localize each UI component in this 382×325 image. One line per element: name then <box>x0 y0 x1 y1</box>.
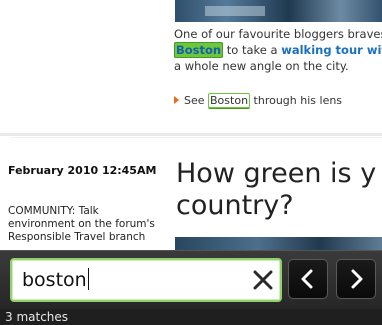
blurb-line-2-text: to take a <box>223 43 282 57</box>
next-match-button[interactable] <box>336 259 376 299</box>
see-suffix: through his lens <box>250 94 343 107</box>
blurb-line-2: Boston to take a walking tour with <box>174 42 382 58</box>
see-link-line[interactable]: See Boston through his lens <box>174 93 343 108</box>
article-date: February 2010 12:45AM <box>8 164 157 177</box>
search-highlight: Boston <box>208 93 251 108</box>
walking-tour-link[interactable]: walking tour with <box>281 43 382 57</box>
headline-line-1: How green is y <box>176 158 377 189</box>
chevron-left-icon <box>301 269 313 289</box>
find-in-page-bar: boston <box>0 250 382 310</box>
chevron-right-icon <box>351 269 363 289</box>
community-line-3: Responsible Travel branch <box>8 231 146 243</box>
see-prefix: See <box>184 94 209 107</box>
article-image-top[interactable] <box>175 0 382 22</box>
section-divider <box>0 133 382 136</box>
find-input-text[interactable]: boston <box>22 268 90 291</box>
find-query: boston <box>22 269 87 291</box>
community-line-2: environment on the forum's <box>8 218 155 230</box>
article-image-bottom[interactable] <box>175 237 382 250</box>
web-page-content: One of our favourite bloggers braves Bos… <box>0 0 382 250</box>
find-input[interactable]: boston <box>10 258 282 302</box>
previous-match-button[interactable] <box>288 259 328 299</box>
blurb-line-3: a whole new angle on the city. <box>174 59 349 73</box>
community-line-1: COMMUNITY: Talk <box>8 205 99 217</box>
search-highlight-active: Boston <box>174 42 224 58</box>
article-headline[interactable]: How green is y country? <box>176 158 382 222</box>
article-blurb: One of our favourite bloggers braves Bos… <box>174 26 382 74</box>
community-blurb[interactable]: COMMUNITY: Talk environment on the forum… <box>8 205 160 244</box>
blurb-line-1: One of our favourite bloggers braves <box>174 27 382 41</box>
section-divider-thin <box>10 137 382 138</box>
match-count-status: 3 matches <box>0 309 382 325</box>
match-count-text: 3 matches <box>5 310 69 324</box>
text-caret <box>87 268 90 290</box>
arrow-bullet-icon <box>174 96 179 104</box>
close-icon[interactable] <box>252 269 274 291</box>
headline-line-2: country? <box>176 190 294 221</box>
